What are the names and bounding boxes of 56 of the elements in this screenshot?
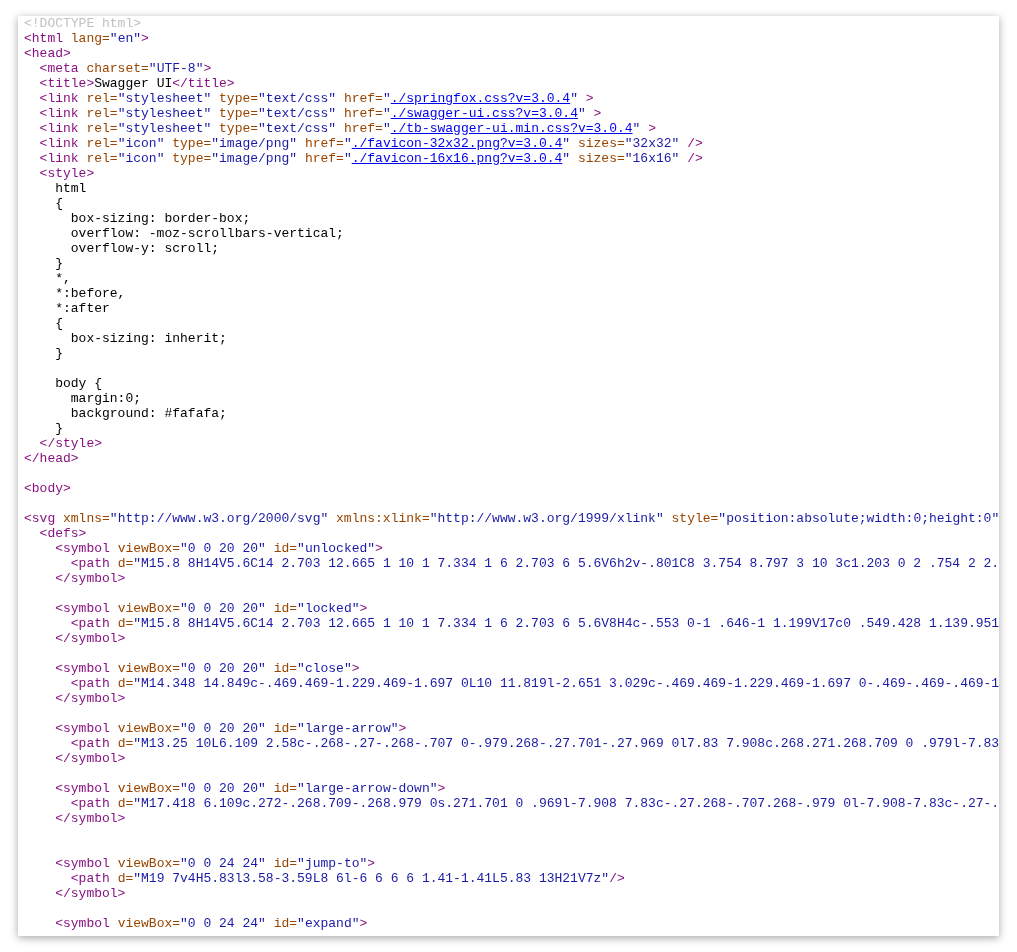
code-line: } bbox=[54, 421, 64, 436]
code-line: <symbol viewBox="0 0 20 20" id="locked"> bbox=[54, 601, 369, 616]
code-line: <path d="M17.418 6.109c.272-.268.709-.268.979 0s.271.701 0 .969l-7.908 7.83c-.27.268-.707.268-.979 0l-7.908-7.83c-.27-. bbox=[69, 796, 999, 811]
code-line: html bbox=[54, 181, 88, 196]
code-line: <path d="M19 7v4H5.83l3.58-3.59L8 6l-6 6 6 6 1.41-1.41L5.83 13H21V7z"/> bbox=[69, 871, 626, 886]
code-line: *, bbox=[54, 271, 72, 286]
code-line: <meta charset="UTF-8"> bbox=[38, 61, 213, 76]
code-line: <symbol viewBox="0 0 20 20" id="large-arrow-down"> bbox=[54, 781, 447, 796]
code-line: <path d="M14.348 14.849c-.469.469-1.229.469-1.697 0L10 11.819l-2.651 3.029c-.469.469-1.229.469-1.697 0-.469-.469-.469-1 bbox=[69, 676, 999, 691]
source-link[interactable]: ./tb-swagger-ui.min.css?v=3.0.4 bbox=[390, 121, 633, 136]
code-line: box-sizing: inherit; bbox=[69, 331, 228, 346]
code-line: <path d="M15.8 8H14V5.6C14 2.703 12.665 1 10 1 7.334 1 6 2.703 6 5.6V6h2v-.801C8 3.754 8.797 3 10 3c1.203 0 2 .754 2 2. bbox=[69, 556, 999, 571]
code-line: <svg xmlns="http://www.w3.org/2000/svg" xmlns:xlink="http://www.w3.org/1999/xlink" style="position:absolute;width:0;height:0" bbox=[24, 511, 999, 526]
code-line: </symbol> bbox=[54, 886, 127, 901]
code-line: <!DOCTYPE html> bbox=[24, 16, 143, 31]
code-line: <path d="M13.25 10L6.109 2.58c-.268-.27-.268-.707 0-.979.268-.27.701-.27.969 0l7.83 7.908c.268.271.268.709 0 .979l-7.83 bbox=[69, 736, 999, 751]
code-line: </symbol> bbox=[54, 811, 127, 826]
source-link[interactable]: ./favicon-16x16.png?v=3.0.4 bbox=[351, 151, 563, 166]
code-line: { bbox=[54, 316, 64, 331]
code-line: } bbox=[54, 346, 64, 361]
code-line: margin:0; bbox=[69, 391, 143, 406]
code-line: *:after bbox=[54, 301, 111, 316]
code-line: <defs> bbox=[38, 526, 88, 541]
code-line: { bbox=[54, 196, 64, 211]
code-line: <head> bbox=[24, 46, 72, 61]
source-link[interactable]: ./favicon-32x32.png?v=3.0.4 bbox=[351, 136, 563, 151]
code-line: <html lang="en"> bbox=[24, 31, 150, 46]
code-line: <link rel="stylesheet" type="text/css" href="./springfox.css?v=3.0.4" > bbox=[38, 91, 595, 106]
code-line: overflow: -moz-scrollbars-vertical; bbox=[69, 226, 345, 241]
code-line: <body> bbox=[24, 481, 72, 496]
code-line: </symbol> bbox=[54, 751, 127, 766]
code-line: background: #fafafa; bbox=[69, 406, 228, 421]
code-line: </style> bbox=[38, 436, 103, 451]
code-line: <link rel="icon" type="image/png" href="./favicon-16x16.png?v=3.0.4" sizes="16x16" /> bbox=[38, 151, 704, 166]
code-line: <title>Swagger UI</title> bbox=[38, 76, 236, 91]
code-line: </symbol> bbox=[54, 631, 127, 646]
code-line: <style> bbox=[38, 166, 96, 181]
code-line: </head> bbox=[24, 451, 80, 466]
code-line: <link rel="icon" type="image/png" href="./favicon-32x32.png?v=3.0.4" sizes="32x32" /> bbox=[38, 136, 704, 151]
code-line: <symbol viewBox="0 0 24 24" id="jump-to"> bbox=[54, 856, 377, 871]
code-line: <symbol viewBox="0 0 20 20" id="large-arrow"> bbox=[54, 721, 408, 736]
code-line: </symbol> bbox=[54, 691, 127, 706]
code-line: <symbol viewBox="0 0 24 24" id="expand"> bbox=[54, 916, 369, 931]
source-link[interactable]: ./swagger-ui.css?v=3.0.4 bbox=[390, 106, 578, 121]
code-line: <symbol viewBox="0 0 20 20" id="unlocked"> bbox=[54, 541, 384, 556]
code-line: } bbox=[54, 256, 64, 271]
code-line: <link rel="stylesheet" type="text/css" href="./swagger-ui.css?v=3.0.4" > bbox=[38, 106, 603, 121]
code-line: overflow-y: scroll; bbox=[69, 241, 221, 256]
code-line: <link rel="stylesheet" type="text/css" href="./tb-swagger-ui.min.css?v=3.0.4" > bbox=[38, 121, 657, 136]
code-line: body { bbox=[54, 376, 103, 391]
code-line: <path d="M15.8 8H14V5.6C14 2.703 12.665 1 10 1 7.334 1 6 2.703 6 5.6V8H4c-.553 0-1 .646-1 1.199V17c0 .549.428 1.139.951 bbox=[69, 616, 999, 631]
source-link[interactable]: ./springfox.css?v=3.0.4 bbox=[390, 91, 571, 106]
code-line: *:before, bbox=[54, 286, 127, 301]
code-line: <symbol viewBox="0 0 20 20" id="close"> bbox=[54, 661, 361, 676]
code-line: </symbol> bbox=[54, 571, 127, 586]
code-line: box-sizing: border-box; bbox=[69, 211, 252, 226]
